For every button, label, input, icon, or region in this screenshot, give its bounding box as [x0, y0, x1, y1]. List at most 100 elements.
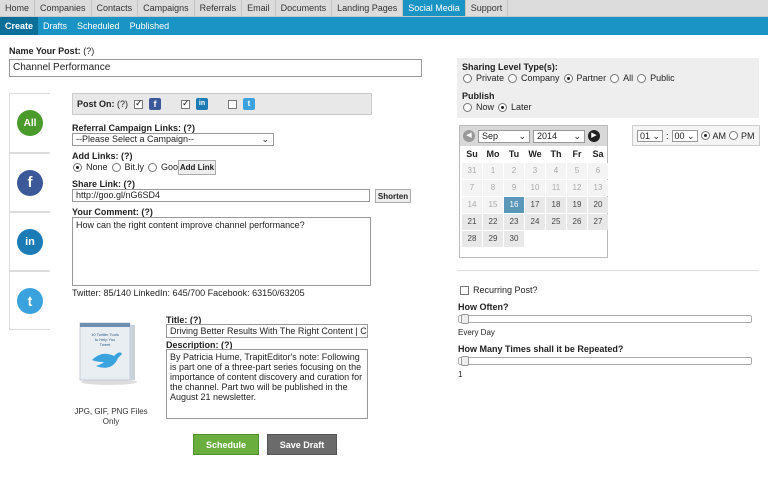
recurring-row: Recurring Post? [460, 285, 538, 295]
calendar-day[interactable]: 20 [588, 197, 608, 213]
topnav-item-campaigns[interactable]: Campaigns [138, 0, 195, 16]
sharing-options: Private Company Partner All Public [463, 73, 675, 83]
facebook-checkbox[interactable] [134, 98, 144, 109]
topnav-item-companies[interactable]: Companies [35, 0, 92, 16]
slider-handle[interactable] [461, 314, 469, 324]
name-post-label: Name Your Post: (?) [9, 46, 95, 56]
description-textarea[interactable]: By Patricia Hume, TrapitEditor's note: F… [166, 349, 368, 419]
calendar-day: 2 [504, 163, 524, 179]
radio-private[interactable] [463, 73, 472, 83]
calendar-day[interactable]: 23 [504, 214, 524, 230]
calendar-day[interactable]: 19 [567, 197, 587, 213]
radio-bitly[interactable] [111, 162, 121, 172]
referral-select[interactable]: --Please Select a Campaign-- ⌄ [72, 133, 274, 146]
radio-all-label: All [623, 73, 634, 83]
topnav-item-home[interactable]: Home [0, 0, 36, 16]
comment-label: Your Comment: (?) [72, 207, 153, 217]
sidebar-twitter-button[interactable]: t [9, 271, 50, 330]
radio-company-label: Company [521, 73, 560, 83]
radio-later[interactable] [498, 102, 508, 112]
subnav-item-create[interactable]: Create [0, 17, 39, 35]
year-select[interactable]: 2014 ⌄ [533, 129, 585, 143]
topnav-item-landing-pages[interactable]: Landing Pages [332, 0, 404, 16]
post-name-input[interactable]: Channel Performance [9, 59, 422, 77]
how-often-label: How Often? [458, 302, 509, 312]
share-link-label: Share Link: (?) [72, 179, 136, 189]
radio-public[interactable] [637, 73, 647, 83]
add-links-label: Add Links: (?) [72, 151, 133, 161]
subnav-item-published[interactable]: Published [125, 17, 175, 35]
prev-month-icon[interactable]: ◀ [463, 130, 475, 142]
calendar-day[interactable]: 24 [525, 214, 545, 230]
comment-textarea[interactable]: How can the right content improve channe… [72, 217, 371, 286]
next-month-icon[interactable]: ▶ [588, 130, 600, 142]
topnav-item-contacts[interactable]: Contacts [92, 0, 139, 16]
calendar-day[interactable]: 18 [546, 197, 566, 213]
add-link-button[interactable]: Add Link [178, 160, 216, 175]
topnav-item-email[interactable]: Email [242, 0, 276, 16]
calendar-weekday: We [528, 149, 542, 159]
slider-handle[interactable] [461, 356, 469, 366]
calendar-day[interactable]: 17 [525, 197, 545, 213]
radio-none[interactable] [73, 162, 82, 172]
publish-options: Now Later [463, 102, 532, 112]
sharing-panel: Sharing Level Type(s): Private Company P… [457, 58, 759, 118]
post-on-label: Post On: (?) [77, 99, 129, 109]
calendar-day[interactable]: 26 [567, 214, 587, 230]
shorten-button[interactable]: Shorten [375, 189, 411, 203]
radio-all[interactable] [610, 73, 620, 83]
calendar-weekday: Sa [592, 149, 604, 159]
subnav-item-scheduled[interactable]: Scheduled [72, 17, 125, 35]
calendar-day: 3 [525, 163, 545, 179]
calendar-day: 14 [462, 197, 482, 213]
radio-now[interactable] [463, 102, 472, 112]
calendar-day[interactable]: 29 [483, 231, 503, 247]
subnav-item-drafts[interactable]: Drafts [38, 17, 72, 35]
calendar-day[interactable]: 22 [483, 214, 503, 230]
calendar-day[interactable]: 16 [504, 197, 524, 213]
radio-am[interactable] [700, 131, 710, 140]
sidebar-all-button[interactable]: All [9, 93, 50, 153]
twitter-checkbox[interactable] [228, 99, 238, 109]
calendar-day[interactable]: 30 [504, 231, 524, 247]
radio-googl[interactable] [148, 162, 158, 172]
calendar-day: 11 [546, 180, 566, 196]
title-input[interactable]: Driving Better Results With The Right Co… [166, 324, 368, 338]
radio-company[interactable] [508, 73, 518, 83]
topnav-item-social-media[interactable]: Social Media [403, 0, 466, 16]
radio-partner[interactable] [563, 73, 573, 83]
schedule-button[interactable]: Schedule [193, 434, 259, 455]
radio-pm[interactable] [729, 131, 739, 140]
calendar-day[interactable]: 28 [462, 231, 482, 247]
linkedin-checkbox[interactable] [181, 98, 191, 109]
sharing-label: Sharing Level Type(s): [462, 62, 558, 72]
radio-bitly-label: Bit.ly [124, 162, 145, 172]
calendar-day: 8 [483, 180, 503, 196]
recurring-label: Recurring Post? [473, 285, 538, 295]
radio-am-label: AM [712, 130, 727, 141]
how-many-slider[interactable] [458, 356, 752, 366]
save-draft-button[interactable]: Save Draft [267, 434, 337, 455]
recurring-checkbox[interactable] [460, 285, 469, 295]
divider [457, 270, 759, 271]
minute-select[interactable]: 00 ⌄ [671, 129, 698, 142]
time-separator: : [666, 130, 669, 141]
top-nav: Home Companies Contacts Campaigns Referrals E… [0, 0, 768, 17]
calendar-day[interactable]: 21 [462, 214, 482, 230]
calendar-day[interactable]: 27 [588, 214, 608, 230]
hour-select[interactable]: 01 ⌄ [637, 129, 663, 142]
sidebar-facebook-button[interactable]: f [9, 153, 50, 212]
share-link-input[interactable]: http://goo.gl/nG6SD4 [72, 189, 370, 202]
calendar-day: 7 [462, 180, 482, 196]
radio-public-label: Public [650, 73, 675, 83]
topnav-item-referrals[interactable]: Referrals [195, 0, 243, 16]
topnav-item-documents[interactable]: Documents [276, 0, 333, 16]
how-often-slider[interactable] [458, 314, 752, 324]
linkedin-small-icon: in [196, 98, 209, 110]
calendar-weekday: Mo [486, 149, 500, 159]
radio-later-label: Later [511, 102, 532, 112]
calendar-day[interactable]: 25 [546, 214, 566, 230]
topnav-item-support[interactable]: Support [466, 0, 509, 16]
sidebar-linkedin-button[interactable]: in [9, 212, 50, 271]
month-select[interactable]: Sep ⌄ [478, 129, 530, 143]
